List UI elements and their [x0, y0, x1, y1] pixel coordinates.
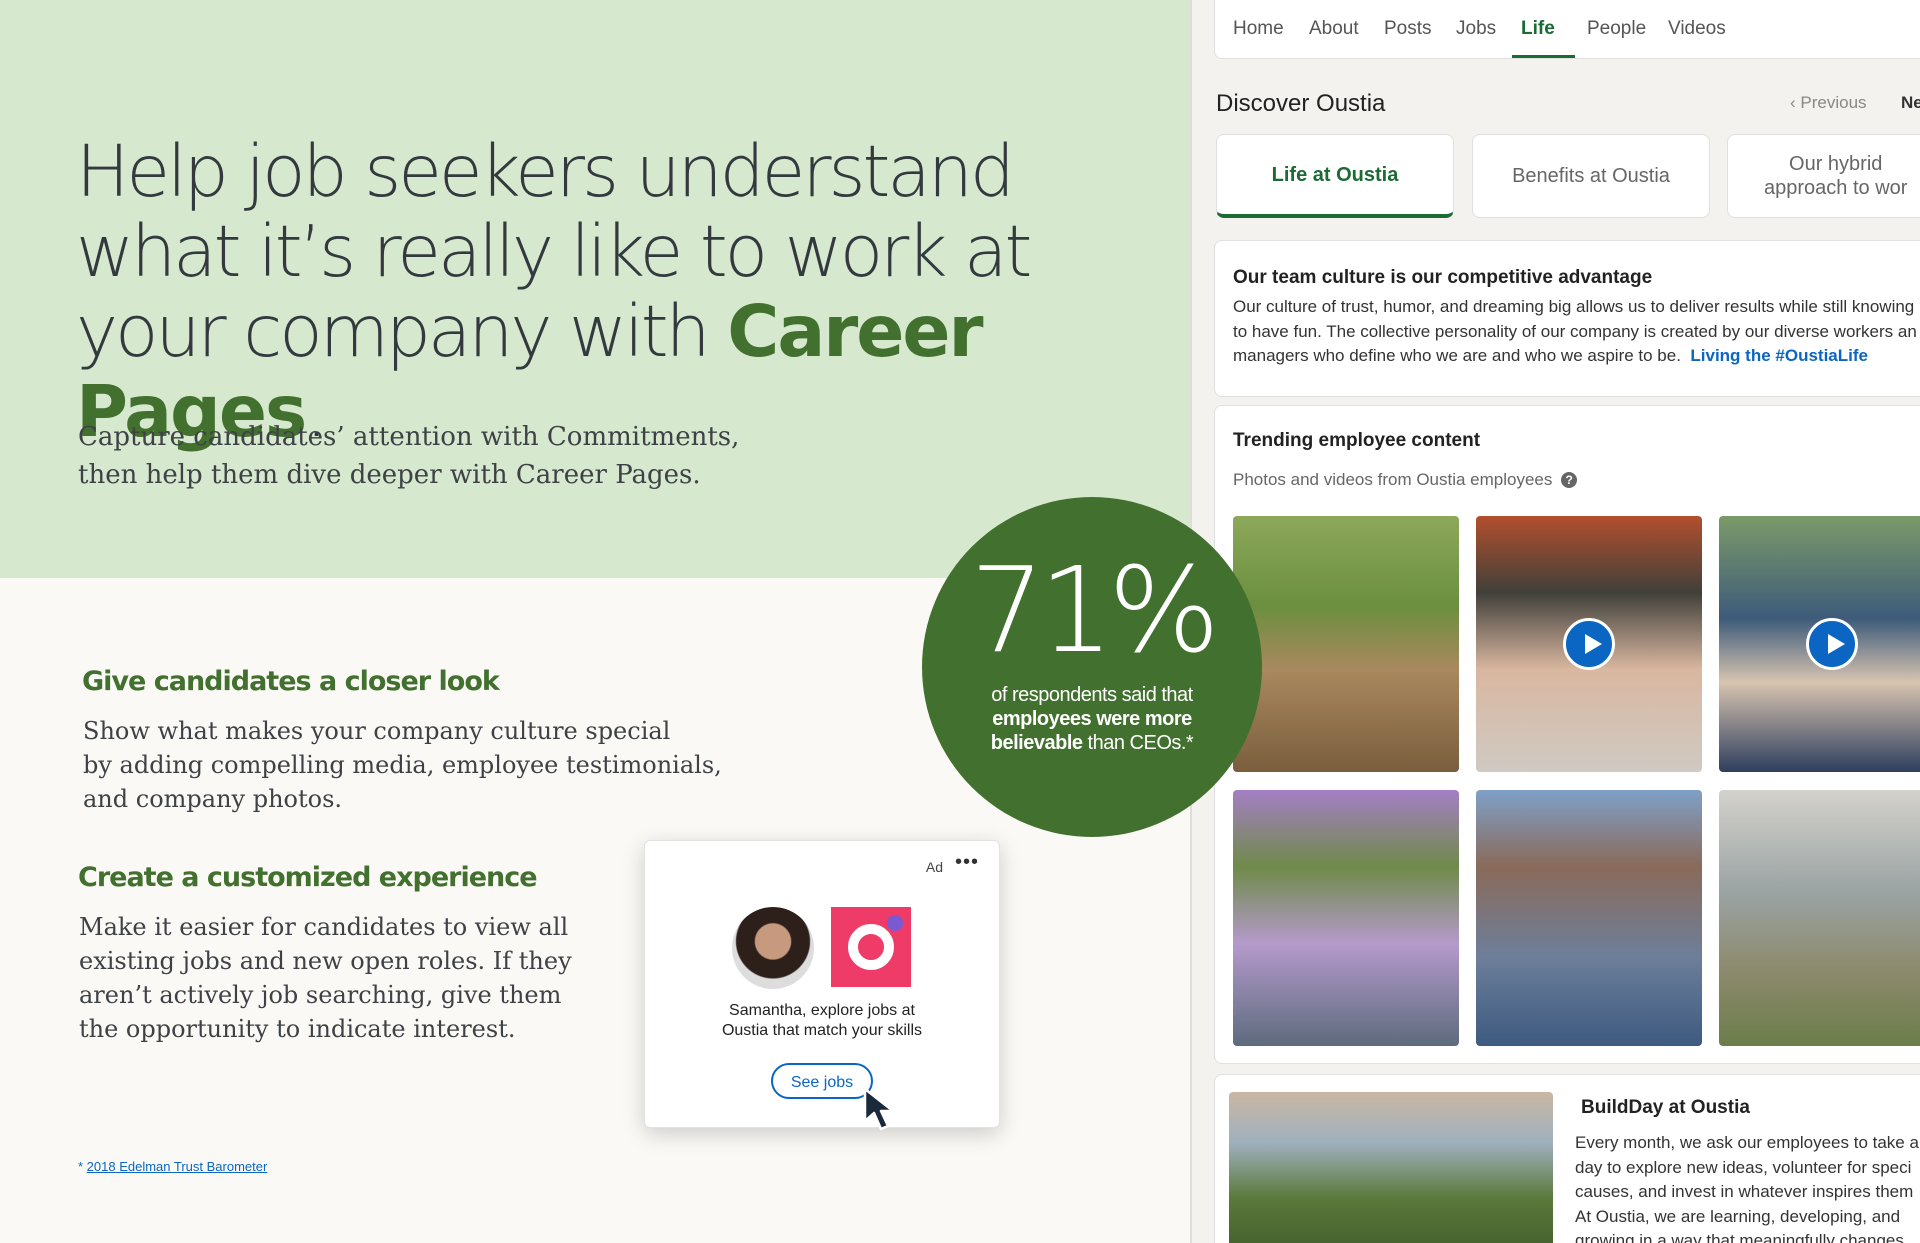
previous-label: Previous — [1800, 93, 1867, 112]
tab-about[interactable]: About — [1305, 0, 1363, 58]
ad-message: Samantha, explore jobs at Oustia that ma… — [665, 1001, 979, 1041]
tab-life-underline — [1512, 55, 1575, 58]
see-jobs-button[interactable]: See jobs — [771, 1063, 873, 1099]
category-label-line: Our hybrid — [1789, 153, 1883, 175]
stat-caption-line: of respondents said that — [991, 684, 1193, 706]
feature-line: and company photos. — [83, 785, 343, 813]
feature-line: aren’t actively job searching, give them — [79, 981, 562, 1009]
culture-line: managers who define who we are and who w… — [1233, 346, 1681, 365]
tab-posts[interactable]: Posts — [1380, 0, 1436, 58]
ad-message-line: Samantha, explore jobs at — [729, 1002, 915, 1019]
culture-line: to have fun. The collective personality … — [1233, 321, 1917, 341]
buildday-line: growing in a way that meaningfully chang… — [1575, 1231, 1904, 1243]
buildday-line: causes, and invest in whatever inspires … — [1575, 1182, 1914, 1201]
category-label: Our hybrid approach to wor — [1764, 152, 1907, 200]
buildday-line: Every month, we ask our employees to tak… — [1575, 1133, 1919, 1152]
feature-body: Make it easier for candidates to view al… — [79, 910, 572, 1046]
tab-jobs[interactable]: Jobs — [1452, 0, 1500, 58]
category-life-at-oustia[interactable]: Life at Oustia — [1216, 134, 1454, 218]
card-title: Trending employee content — [1233, 430, 1481, 451]
chevron-left-icon: ‹ — [1790, 93, 1801, 112]
ad-label: Ad — [925, 859, 943, 875]
tab-people[interactable]: People — [1583, 0, 1650, 58]
subhead-line: then help them dive deeper with Career P… — [78, 460, 701, 490]
stat-caption-bold: employees were more — [992, 708, 1192, 730]
category-hybrid-approach[interactable]: Our hybrid approach to wor — [1727, 134, 1920, 218]
category-label-line: approach to wor — [1764, 177, 1908, 199]
culture-text: Our culture of trust, humor, and dreamin… — [1233, 295, 1920, 369]
play-icon[interactable] — [1806, 618, 1858, 670]
tab-life[interactable]: Life — [1517, 0, 1559, 58]
employee-video[interactable] — [1476, 516, 1702, 772]
stat-caption-bold: believable — [990, 732, 1083, 754]
buildday-text: Every month, we ask our employees to tak… — [1575, 1131, 1920, 1243]
page-nav: Home About Posts Jobs Life People Videos — [1214, 0, 1920, 59]
footnote: * 2018 Edelman Trust Barometer — [78, 1159, 267, 1174]
more-options-icon[interactable]: ••• — [955, 851, 979, 874]
employee-photo[interactable] — [1233, 790, 1459, 1046]
footnote-mark: * — [78, 1159, 87, 1174]
feature-line: Make it easier for candidates to view al… — [79, 913, 569, 941]
footnote-link[interactable]: 2018 Edelman Trust Barometer — [87, 1159, 268, 1174]
section-title: Discover Oustia — [1216, 90, 1386, 117]
stat-caption: of respondents said that employees were … — [962, 683, 1222, 755]
feature-line: by adding compelling media, employee tes… — [83, 751, 722, 779]
ad-message-line: Oustia that match your skills — [721, 1022, 923, 1039]
buildday-line: At Oustia, we are learning, developing, … — [1575, 1206, 1901, 1226]
buildday-card: BuildDay at Oustia Every month, we ask o… — [1214, 1074, 1920, 1243]
career-page-panel: Home About Posts Jobs Life People Videos… — [1190, 0, 1920, 1243]
culture-link[interactable]: Living the #OustiaLife — [1690, 346, 1868, 365]
stat-circle: 71% of respondents said that employees w… — [922, 497, 1262, 837]
culture-card: Our team culture is our competitive adva… — [1214, 240, 1920, 397]
previous-button[interactable]: ‹ Previous — [1790, 93, 1867, 113]
play-icon[interactable] — [1563, 618, 1615, 670]
feature-body: Show what makes your company culture spe… — [83, 714, 722, 816]
culture-line: Our culture of trust, humor, and dreamin… — [1233, 297, 1915, 316]
tab-home[interactable]: Home — [1229, 0, 1288, 58]
subhead-line: Capture candidates’ attention with Commi… — [78, 422, 740, 452]
cursor-icon — [863, 1087, 895, 1131]
employee-photo[interactable] — [1476, 790, 1702, 1046]
stat-caption-rest: than CEOs.* — [1082, 732, 1194, 754]
trending-card: Trending employee content Photos and vid… — [1214, 405, 1920, 1064]
help-icon[interactable]: ? — [1561, 472, 1578, 488]
category-benefits-at-oustia[interactable]: Benefits at Oustia — [1472, 134, 1710, 218]
card-title: BuildDay at Oustia — [1581, 1097, 1750, 1118]
feature-title: Create a customized experience — [78, 862, 538, 893]
hero-subhead: Capture candidates’ attention with Commi… — [78, 418, 778, 494]
feature-line: existing jobs and new open roles. If the… — [79, 947, 572, 975]
ad-card: Ad ••• Samantha, explore jobs at Oustia … — [644, 840, 1000, 1131]
oustia-logo — [831, 907, 911, 987]
avatar — [732, 907, 814, 989]
employee-photo[interactable] — [1233, 516, 1459, 772]
trending-subtitle: Photos and videos from Oustia employees … — [1233, 470, 1578, 490]
stat-value: 71% — [969, 541, 1220, 679]
feature-line: Show what makes your company culture spe… — [83, 717, 671, 745]
card-title: Our team culture is our competitive adva… — [1233, 267, 1653, 288]
employee-photo[interactable] — [1719, 790, 1920, 1046]
buildday-line: day to explore new ideas, volunteer for … — [1575, 1157, 1912, 1177]
feature-line: the opportunity to indicate interest. — [79, 1015, 516, 1043]
tab-videos[interactable]: Videos — [1664, 0, 1730, 58]
buildday-photo[interactable] — [1229, 1092, 1553, 1243]
trending-subtitle-text: Photos and videos from Oustia employees — [1233, 470, 1553, 489]
hero-headline: Help job seekers understand what it’s re… — [76, 132, 1076, 452]
employee-video[interactable] — [1719, 516, 1920, 772]
next-button[interactable]: Ne — [1901, 93, 1920, 113]
feature-title: Give candidates a closer look — [82, 666, 500, 697]
